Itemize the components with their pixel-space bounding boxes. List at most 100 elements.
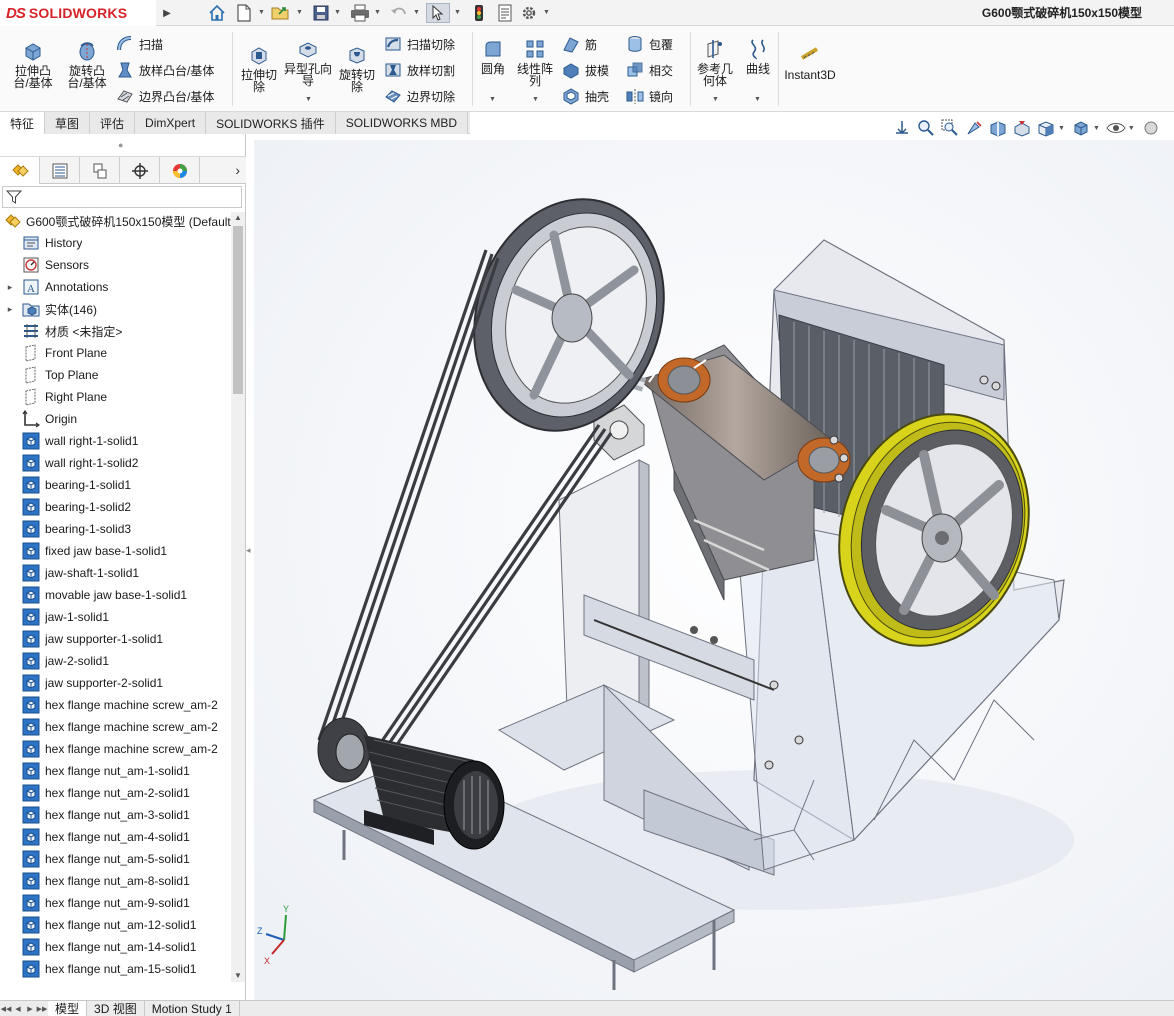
- tree-item[interactable]: ▸ 实体(146): [0, 298, 232, 320]
- tree-item[interactable]: ▸ A Annotations: [0, 276, 232, 298]
- tree-item[interactable]: jaw-shaft-1-solid1: [0, 562, 232, 584]
- linear-pattern-dropdown-icon[interactable]: ▼: [532, 96, 539, 103]
- tree-item[interactable]: jaw-2-solid1: [0, 650, 232, 672]
- solidworks-logo[interactable]: DS SOLIDWORKS: [0, 0, 156, 26]
- tree-item[interactable]: Right Plane: [0, 386, 232, 408]
- display-style-icon[interactable]: [1069, 117, 1093, 139]
- tree-item[interactable]: wall right-1-solid1: [0, 430, 232, 452]
- mirror-button[interactable]: 镜向: [626, 86, 673, 106]
- select-dropdown-icon[interactable]: ▼: [454, 9, 461, 16]
- panel-grip-icon[interactable]: ●: [118, 140, 126, 150]
- curves-dropdown-icon[interactable]: ▼: [754, 96, 761, 103]
- scroll-up-icon[interactable]: ▲: [231, 212, 245, 224]
- print-icon[interactable]: [348, 3, 372, 23]
- instant3d-button[interactable]: Instant3D: [782, 44, 838, 81]
- panel-collapse-handle-icon[interactable]: ◂: [246, 545, 254, 565]
- lofted-cut-button[interactable]: 放样切割: [384, 60, 455, 80]
- tree-item[interactable]: hex flange nut_am-8-solid1: [0, 870, 232, 892]
- graphics-area[interactable]: Y Z X: [254, 140, 1174, 1000]
- tree-item[interactable]: History: [0, 232, 232, 254]
- fillet-dropdown-icon[interactable]: ▼: [489, 96, 496, 103]
- reference-geometry-button[interactable]: 参考几何体: [694, 38, 736, 87]
- options-gear-icon[interactable]: [518, 3, 540, 23]
- open-icon[interactable]: [270, 3, 292, 23]
- scroll-down-icon[interactable]: ▼: [231, 970, 245, 982]
- linear-pattern-button[interactable]: 线性阵列: [512, 38, 558, 87]
- draft-button[interactable]: 拔模: [562, 60, 609, 80]
- loft-boss-button[interactable]: 放样凸台/基体: [116, 60, 214, 80]
- tab-evaluate[interactable]: 评估: [90, 112, 136, 134]
- display-style-dropdown-icon[interactable]: ▼: [1093, 125, 1100, 132]
- tab-solidworks-addins[interactable]: SOLIDWORKS 插件: [206, 112, 336, 134]
- tree-item[interactable]: hex flange nut_am-14-solid1: [0, 936, 232, 958]
- tab-configurationmanager[interactable]: [80, 157, 120, 184]
- options-dropdown-icon[interactable]: ▼: [543, 9, 550, 16]
- tree-item[interactable]: hex flange nut_am-1-solid1: [0, 760, 232, 782]
- new-doc-icon[interactable]: [233, 3, 255, 23]
- curves-button[interactable]: 曲线: [740, 38, 776, 75]
- tab-displaymanager[interactable]: [160, 157, 200, 184]
- view-orientation-icon[interactable]: [1034, 117, 1058, 139]
- tree-item[interactable]: jaw-1-solid1: [0, 606, 232, 628]
- prev-tab-nav-icon[interactable]: ◀: [12, 1002, 24, 1016]
- tree-item[interactable]: fixed jaw base-1-solid1: [0, 540, 232, 562]
- section-view-icon[interactable]: [986, 117, 1010, 139]
- tree-item[interactable]: hex flange machine screw_am-2: [0, 694, 232, 716]
- rebuild-traffic-light-icon[interactable]: [470, 3, 488, 23]
- tab-3d-view[interactable]: 3D 视图: [87, 1000, 145, 1016]
- dynamic-annotation-views-icon[interactable]: [1010, 117, 1034, 139]
- rib-button[interactable]: 筋: [562, 34, 597, 54]
- scrollbar-thumb[interactable]: [233, 226, 243, 394]
- tab-model[interactable]: 模型: [48, 1000, 88, 1016]
- next-tab-nav-icon[interactable]: ▶: [24, 1002, 36, 1016]
- new-dropdown-icon[interactable]: ▼: [258, 9, 265, 16]
- hide-show-dropdown-icon[interactable]: ▼: [1128, 125, 1135, 132]
- tab-solidworks-mbd[interactable]: SOLIDWORKS MBD: [335, 112, 469, 134]
- tree-item[interactable]: wall right-1-solid2: [0, 452, 232, 474]
- tree-item[interactable]: Sensors: [0, 254, 232, 276]
- last-tab-nav-icon[interactable]: ▶▶: [36, 1002, 48, 1016]
- view-orientation-arrows-icon[interactable]: [890, 117, 914, 139]
- boundary-cut-button[interactable]: 边界切除: [384, 86, 455, 106]
- tree-item[interactable]: hex flange nut_am-2-solid1: [0, 782, 232, 804]
- tree-item[interactable]: hex flange nut_am-5-solid1: [0, 848, 232, 870]
- undo-dropdown-icon[interactable]: ▼: [413, 9, 420, 16]
- tree-item[interactable]: jaw supporter-2-solid1: [0, 672, 232, 694]
- open-dropdown-icon[interactable]: ▼: [296, 9, 303, 16]
- zoom-to-fit-icon[interactable]: [914, 117, 938, 139]
- hole-wizard-dropdown-icon[interactable]: ▼: [305, 96, 312, 103]
- tree-item[interactable]: 材质 <未指定>: [0, 320, 232, 342]
- revolve-cut-button[interactable]: 旋转切除: [334, 44, 380, 93]
- tree-item[interactable]: hex flange nut_am-3-solid1: [0, 804, 232, 826]
- previous-view-icon[interactable]: [962, 117, 986, 139]
- tree-expand-arrow-icon[interactable]: ▸: [4, 282, 16, 293]
- reference-geometry-dropdown-icon[interactable]: ▼: [712, 96, 719, 103]
- tree-item[interactable]: hex flange machine screw_am-2: [0, 716, 232, 738]
- print-dropdown-icon[interactable]: ▼: [374, 9, 381, 16]
- tab-features[interactable]: 特征: [0, 112, 46, 134]
- tab-dimxpert[interactable]: DimXpert: [135, 112, 207, 134]
- tab-motion-study[interactable]: Motion Study 1: [145, 1000, 240, 1016]
- first-tab-nav-icon[interactable]: ◀◀: [0, 1002, 12, 1016]
- shell-button[interactable]: 抽壳: [562, 86, 609, 106]
- fillet-button[interactable]: 圆角: [476, 38, 510, 75]
- tab-sketch[interactable]: 草图: [45, 112, 91, 134]
- feature-tree-filter[interactable]: [2, 186, 242, 208]
- tab-dimxpertmanager[interactable]: [120, 157, 160, 184]
- tree-root-part[interactable]: G600颚式破碎机150x150模型 (Default ▲: [0, 210, 244, 232]
- file-properties-icon[interactable]: [494, 3, 516, 23]
- swept-cut-button[interactable]: 扫描切除: [384, 34, 455, 54]
- undo-icon[interactable]: [388, 3, 410, 23]
- intersect-button[interactable]: 相交: [626, 60, 673, 80]
- tree-item[interactable]: movable jaw base-1-solid1: [0, 584, 232, 606]
- sweep-button[interactable]: 扫描: [116, 34, 163, 54]
- tree-item[interactable]: hex flange machine screw_am-2: [0, 738, 232, 760]
- zoom-to-area-icon[interactable]: [938, 117, 962, 139]
- wrap-button[interactable]: 包覆: [626, 34, 673, 54]
- edit-appearance-icon[interactable]: [1139, 117, 1163, 139]
- select-cursor-icon[interactable]: [426, 3, 450, 23]
- hide-show-items-icon[interactable]: [1104, 117, 1128, 139]
- tree-item[interactable]: Top Plane: [0, 364, 232, 386]
- tree-item[interactable]: bearing-1-solid1: [0, 474, 232, 496]
- boundary-boss-button[interactable]: 边界凸台/基体: [116, 86, 214, 106]
